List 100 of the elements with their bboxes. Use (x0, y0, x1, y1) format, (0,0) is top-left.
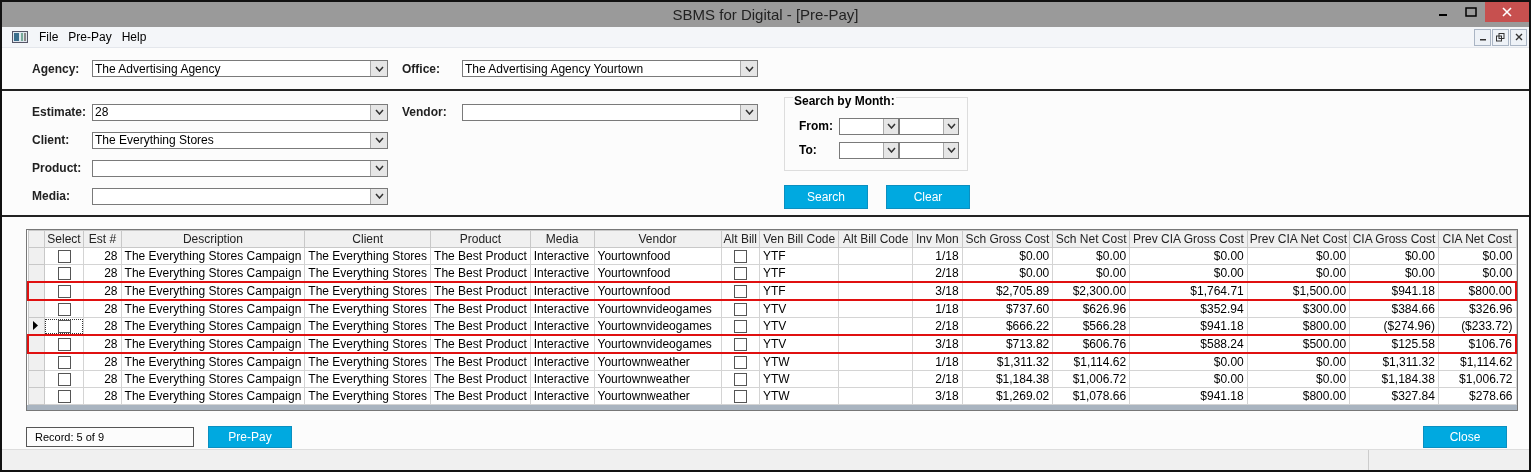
table-cell: 28 (104, 248, 118, 263)
table-cell: $1,078.66 (1072, 388, 1127, 403)
dropdown-field[interactable]: The Advertising Agency Yourtown (462, 60, 758, 77)
table-cell: $0.00 (1213, 354, 1244, 369)
checkbox[interactable] (57, 372, 71, 386)
table-cell: Yourtownvideogames (597, 318, 712, 333)
table-cell: The Everything Stores (308, 354, 428, 369)
column-header[interactable]: Ven Bill Code (759, 230, 839, 248)
field-label: Estimate: (32, 105, 88, 119)
table-cell: Yourtownvideogames (597, 301, 712, 316)
dropdown-field[interactable]: The Advertising Agency (92, 60, 388, 77)
table-cell: $0.00 (1404, 265, 1435, 280)
dropdown-field[interactable] (899, 117, 959, 135)
checkbox[interactable] (57, 337, 71, 351)
table-cell: Interactive (533, 371, 590, 386)
checkbox[interactable] (733, 284, 747, 298)
column-header[interactable]: Client (304, 230, 431, 248)
restore-button[interactable] (1492, 28, 1509, 46)
table-cell: $125.58 (1391, 337, 1435, 351)
table-cell: 3/18 (935, 337, 959, 351)
checkbox[interactable] (57, 249, 71, 263)
column-header[interactable]: Inv Mon (912, 230, 963, 248)
checkbox[interactable] (57, 284, 71, 298)
table-cell: $0.00 (1096, 248, 1127, 263)
table-cell: 3/18 (935, 284, 959, 298)
table-cell: Yourtownfood (597, 265, 671, 280)
menu-item[interactable]: Pre-Pay (65, 30, 119, 44)
table-cell: $0.00 (1482, 248, 1513, 263)
table-cell: The Best Product (434, 371, 527, 386)
table-cell: $0.00 (1316, 371, 1347, 386)
column-header[interactable]: Alt Bill Code (838, 230, 913, 248)
table-cell: $1,114.62 (1073, 354, 1127, 369)
table-cell: $666.22 (1005, 318, 1050, 333)
table-cell: Yourtownweather (597, 388, 690, 403)
dropdown-field[interactable]: The Everything Stores (92, 131, 388, 149)
column-header[interactable]: Vendor (594, 230, 722, 248)
checkbox[interactable] (57, 355, 71, 369)
table-cell: Interactive (533, 354, 590, 369)
close-button[interactable] (1510, 28, 1527, 46)
table-cell: 28 (104, 388, 118, 403)
menu-item[interactable]: File (36, 30, 66, 44)
checkbox[interactable] (733, 372, 747, 386)
column-header[interactable]: Media (530, 230, 594, 248)
table-cell: $0.00 (1213, 265, 1244, 280)
dropdown-field[interactable] (92, 187, 388, 205)
table-cell: YTW (762, 388, 790, 403)
table-cell: The Best Product (434, 248, 527, 263)
table-cell: Yourtownweather (597, 371, 690, 386)
table-cell: 28 (104, 337, 118, 351)
column-header[interactable]: Product (430, 230, 531, 248)
dropdown-field[interactable] (92, 159, 388, 177)
table-cell: Interactive (533, 388, 590, 403)
table-cell: $0.00 (1316, 248, 1347, 263)
checkbox[interactable] (733, 249, 747, 263)
table-cell: $0.00 (1316, 265, 1347, 280)
table-cell: $1,184.38 (995, 371, 1050, 386)
column-header[interactable]: CIA Net Cost (1438, 230, 1516, 248)
checkbox[interactable] (57, 266, 71, 280)
checkbox[interactable] (733, 355, 747, 369)
dropdown-field[interactable] (462, 103, 758, 121)
table-cell: The Best Product (434, 354, 527, 369)
table-cell: The Everything Stores (308, 284, 428, 298)
column-header[interactable]: Alt Bill (721, 230, 760, 248)
table-cell: The Best Product (434, 337, 527, 351)
column-header[interactable]: Description (121, 230, 305, 248)
menu-item[interactable]: Help (118, 30, 154, 44)
column-header[interactable]: Select (44, 230, 84, 248)
table-cell: $713.82 (1005, 337, 1050, 351)
table-cell: $1,500.00 (1292, 284, 1347, 298)
table-cell: $0.00 (1019, 265, 1050, 280)
close-icon (1514, 33, 1523, 41)
checkbox[interactable] (733, 389, 747, 403)
column-header[interactable]: CIA Gross Cost (1349, 230, 1439, 248)
dropdown-field[interactable] (839, 141, 899, 159)
checkbox[interactable] (733, 337, 747, 351)
column-header[interactable]: Prev CIA Gross Cost (1129, 230, 1248, 248)
checkbox[interactable] (733, 266, 747, 280)
table-cell: $800.00 (1302, 388, 1347, 403)
table-cell: The Everything Stores (308, 318, 428, 333)
column-header[interactable]: Prev CIA Net Cost (1247, 230, 1350, 248)
checkbox[interactable] (57, 389, 71, 403)
dropdown-field[interactable] (899, 141, 959, 159)
close-icon (1501, 6, 1513, 18)
column-header[interactable]: Sch Gross Cost (962, 230, 1053, 248)
table-cell: The Everything Stores (308, 265, 428, 280)
column-header[interactable]: Est # (83, 230, 122, 248)
dropdown-field[interactable] (839, 117, 899, 135)
dropdown-field[interactable]: 28 (92, 103, 388, 121)
column-header[interactable]: Sch Net Cost (1052, 230, 1130, 248)
field-label: Media: (32, 189, 71, 203)
app-icon[interactable] (12, 30, 28, 44)
table-cell: $1,764.71 (1190, 284, 1244, 298)
checkbox[interactable] (57, 319, 71, 333)
table-cell: $941.18 (1200, 388, 1244, 403)
table-cell: $352.94 (1200, 301, 1244, 316)
checkbox[interactable] (733, 302, 747, 316)
checkbox[interactable] (733, 319, 747, 333)
table-cell: $500.00 (1302, 337, 1347, 351)
table-cell: $0.00 (1316, 354, 1347, 369)
checkbox[interactable] (57, 302, 71, 316)
